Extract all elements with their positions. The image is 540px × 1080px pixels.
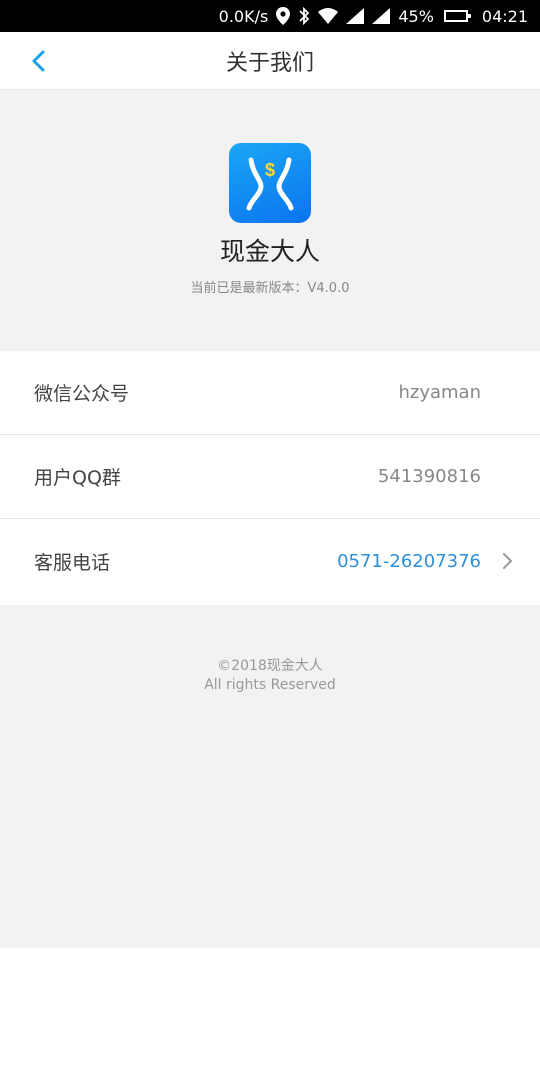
svg-text:$: $ [265, 160, 275, 180]
status-bar: 0.0K/s 45% 04:21 [0, 0, 540, 32]
back-button[interactable] [20, 42, 56, 80]
row-label: 微信公众号 [34, 383, 130, 405]
location-icon [276, 7, 291, 25]
app-logo-icon: $ [229, 143, 311, 223]
nav-bar: 关于我们 [0, 32, 540, 90]
row-value: 541390816 [377, 466, 481, 487]
copyright-text: ©2018现金大人 [217, 658, 323, 674]
row-label: 客服电话 [34, 552, 111, 574]
bluetooth-icon [298, 7, 310, 25]
app-name: 现金大人 [219, 237, 320, 266]
wechat-account-row: 微信公众号 hzyaman [0, 351, 540, 435]
network-speed: 0.0K/s [218, 6, 269, 26]
rights-text: All rights Reserved [204, 677, 336, 693]
footer: ©2018现金大人 All rights Reserved [0, 605, 540, 948]
app-header: $ 现金大人 当前已是最新版本：V4.0.0 [0, 90, 540, 351]
customer-service-phone-row[interactable]: 客服电话 0571-26207376 [0, 519, 540, 604]
row-value: hzyaman [398, 382, 481, 403]
chevron-right-icon [503, 553, 512, 569]
signal-icon-2 [372, 8, 391, 24]
wifi-icon [318, 8, 339, 24]
clock: 04:21 [481, 6, 528, 26]
chevron-left-icon [32, 50, 45, 72]
row-label: 用户QQ群 [34, 467, 121, 489]
qq-group-row: 用户QQ群 541390816 [0, 435, 540, 519]
page-title: 关于我们 [225, 50, 314, 76]
signal-icon [346, 8, 365, 24]
info-list: 微信公众号 hzyaman 用户QQ群 541390816 客服电话 0571-… [0, 351, 540, 604]
battery-percent: 45% [398, 6, 434, 26]
version-text: 当前已是最新版本：V4.0.0 [190, 281, 350, 296]
battery-icon [442, 10, 471, 22]
phone-number-link[interactable]: 0571-26207376 [337, 551, 481, 572]
